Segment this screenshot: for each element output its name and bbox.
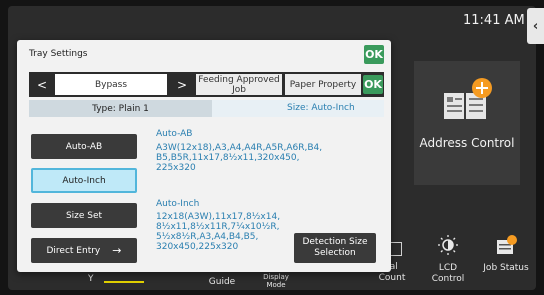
tray-settings-dialog: Tray Settings OK < Bypass > Feeding Appr… xyxy=(17,40,391,272)
direct-entry-label: Direct Entry xyxy=(46,245,101,256)
job-status-button[interactable]: Job Status xyxy=(478,234,534,274)
auto-inch-line: 8½x11,8½x11R,7¼x10½R, xyxy=(156,222,280,232)
prev-tray-button[interactable]: < xyxy=(31,74,53,95)
lcd-control-button[interactable]: LCD Control xyxy=(426,234,470,285)
next-tray-button[interactable]: > xyxy=(171,74,193,95)
taskbar-display-mode[interactable]: Display Mode xyxy=(256,273,296,289)
taskbar-guide[interactable]: Guide xyxy=(205,277,239,288)
job-status-icon xyxy=(478,234,534,258)
address-control-tile[interactable]: Address Control xyxy=(414,61,520,185)
address-control-label: Address Control xyxy=(419,136,515,150)
arrow-right-icon: → xyxy=(112,244,122,257)
tab-bypass[interactable]: Bypass xyxy=(55,74,167,95)
auto-ab-line: B5,B5R,11x17,8½x11,320x450, xyxy=(156,153,300,163)
auto-inch-button[interactable]: Auto-Inch xyxy=(31,168,137,193)
auto-ab-line: A3W(12x18),A3,A4,A4R,A5R,A6R,B4, xyxy=(156,143,323,153)
direct-entry-button[interactable]: Direct Entry → xyxy=(31,238,137,263)
detection-size-selection-button[interactable]: Detection Size Selection xyxy=(294,233,376,263)
taskbar-y-bar xyxy=(104,281,144,283)
tab-feeding-approved-job[interactable]: Feeding Approved Job xyxy=(196,74,282,95)
tab-paper-property[interactable]: Paper Property xyxy=(285,74,361,95)
dialog-title: Tray Settings xyxy=(29,49,88,59)
auto-ab-sizes: A3W(12x18),A3,A4,A4R,A5R,A6R,B4, B5,B5R,… xyxy=(156,143,328,173)
lcd-control-label: LCD Control xyxy=(431,263,465,284)
side-panel-chevron-icon[interactable]: ‹ xyxy=(527,8,544,44)
type-size-bar: Type: Plain 1 Size: Auto-Inch xyxy=(29,100,384,117)
auto-ab-line: 225x320 xyxy=(156,163,196,173)
auto-ab-heading: Auto-AB xyxy=(156,129,193,139)
auto-ab-button[interactable]: Auto-AB xyxy=(31,134,137,159)
paper-size-label: Size: Auto-Inch xyxy=(287,103,355,113)
paper-property-ok-button[interactable]: OK xyxy=(363,75,383,94)
job-status-label: Job Status xyxy=(483,263,529,273)
size-set-button[interactable]: Size Set xyxy=(31,203,137,228)
taskbar-y-label: Y xyxy=(88,274,94,284)
dialog-ok-button[interactable]: OK xyxy=(364,45,384,64)
tray-tab-bar: < Bypass > Feeding Approved Job Paper Pr… xyxy=(29,72,384,97)
auto-inch-heading: Auto-Inch xyxy=(156,199,200,209)
auto-inch-line: 12x18(A3W),11x17,8½x14, xyxy=(156,212,281,222)
status-clock: 11:41 AM xyxy=(463,13,525,28)
brightness-icon xyxy=(426,234,470,258)
paper-type-label: Type: Plain 1 xyxy=(29,100,212,117)
address-book-icon xyxy=(442,77,494,128)
